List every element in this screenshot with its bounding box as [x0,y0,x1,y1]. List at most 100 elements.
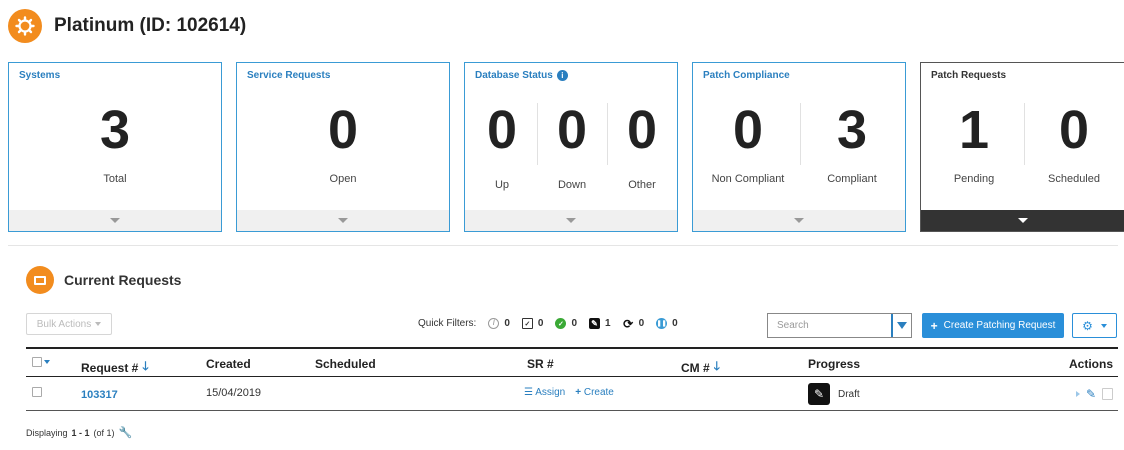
select-all-checkbox[interactable] [32,357,42,367]
column-sr-number[interactable]: SR # [527,357,554,371]
metric-label: Compliant [827,173,877,185]
sync-icon: ⟳ [623,316,634,331]
card-expand-toggle[interactable] [465,210,677,231]
panel-header: Current Requests [26,266,181,294]
progress-status: ✎ Draft [808,383,860,405]
metric-value: 1 [958,100,990,160]
metric-label: Non Compliant [711,173,785,185]
created-date: 15/04/2019 [206,387,262,399]
list-icon [26,266,54,294]
card-title: Patch Compliance [703,70,790,81]
current-requests-panel: Current Requests [8,245,1118,445]
quick-filter-count: 0 [571,318,578,329]
chevron-down-icon [95,322,102,326]
pagination-range: 1 - 1 [71,427,90,438]
search-input[interactable]: Search [767,313,912,338]
quick-filter-scheduled[interactable]: ✓ 0 [521,318,543,329]
filter-icon [897,322,907,329]
column-actions: Actions [1069,357,1113,371]
metric-value: 0 [1058,100,1090,160]
table-header: Request # 🡓 Created Scheduled SR # CM # … [26,347,1118,377]
copy-icon[interactable] [1102,388,1114,400]
metric-label: Up [494,179,510,191]
card-expand-toggle[interactable] [9,210,221,231]
column-label: Scheduled [315,357,376,371]
card-expand-toggle[interactable] [693,210,905,231]
column-cm-number[interactable]: CM # 🡓 [681,357,720,378]
column-scheduled[interactable]: Scheduled [315,357,376,371]
quick-filter-count: 0 [672,318,678,329]
quick-filter-paused[interactable]: ❚❚ 0 [656,318,678,329]
row-checkbox[interactable] [32,387,42,397]
column-request-number[interactable]: Request # 🡓 [81,357,149,378]
service-requests-open-metric: 0 Open [237,103,449,185]
filter-button[interactable] [891,314,911,337]
quick-filter-count: 0 [504,318,510,329]
scheduled-metric: 0 Scheduled [1025,103,1123,185]
pagination-prefix: Displaying [26,427,68,438]
row-actions: ✎ [1076,387,1114,401]
info-icon[interactable]: i [556,70,568,81]
db-up-metric: 0 Up [471,103,533,191]
panel-title: Current Requests [64,272,182,288]
caret-down-icon [566,218,576,223]
sort-down-icon: 🡓 [142,359,149,373]
caret-down-icon [338,218,348,223]
systems-card[interactable]: Systems 3 Total [8,62,222,232]
metric-value: 0 [486,100,518,160]
sort-down-icon: 🡓 [713,359,720,373]
metric-value: 0 [732,100,764,160]
quick-filters-label: Quick Filters: [418,318,477,329]
caret-down-icon [1017,218,1028,223]
create-patching-request-button[interactable]: + Create Patching Request [922,313,1064,338]
row-select[interactable] [32,387,42,397]
card-title: Service Requests [247,70,331,81]
calendar-icon: ✓ [521,318,533,329]
card-expand-toggle[interactable] [921,210,1124,231]
compliant-metric: 3 Compliant [801,103,903,185]
bulk-actions-dropdown[interactable]: Bulk Actions [26,313,112,335]
column-label: Actions [1069,357,1114,371]
settings-dropdown-button[interactable]: ⚙ [1072,313,1117,338]
patch-compliance-card[interactable]: Patch Compliance 0 Non Compliant 3 Compl… [692,62,906,232]
quick-filter-completed[interactable]: ✓ 0 [555,318,577,329]
ban-icon: / [488,318,500,329]
non-compliant-metric: 0 Non Compliant [697,103,799,185]
db-other-metric: 0 Other [611,103,673,191]
quick-filter-cancelled[interactable]: / 0 [488,318,510,329]
pagination-summary: Displaying 1 - 1 (of 1) 🔧 [26,426,132,439]
request-number-link[interactable]: 103317 [81,389,118,401]
chevron-down-icon [44,360,50,364]
card-expand-toggle[interactable] [237,210,449,231]
create-button-label: Create Patching Request [943,320,1056,331]
pencil-icon[interactable]: ✎ [1086,387,1096,401]
card-title: Systems [19,70,61,81]
metric-value: 0 [327,100,359,160]
service-requests-card[interactable]: Service Requests 0 Open [236,62,450,232]
database-status-card[interactable]: Database Status i 0 Up 0 Down 0 Other [464,62,678,232]
metric-label: Down [557,179,587,191]
select-all-dropdown[interactable] [32,357,50,367]
bulk-actions-label: Bulk Actions [36,318,92,330]
sr-create-link[interactable]: + Create [575,387,614,398]
sr-assign-link[interactable]: ☰ Assign [524,387,565,398]
quick-filter-draft[interactable]: ✎ 1 [589,318,611,329]
metric-divider [537,103,538,165]
pause-circle-icon: ❚❚ [656,318,668,329]
expand-arrow-icon[interactable] [1076,391,1080,397]
sr-actions: ☰ Assign + Create [524,387,614,398]
card-title: Patch Requests [931,70,1007,81]
card-title-text: Database Status [475,70,553,81]
wrench-icon[interactable]: 🔧 [119,426,133,439]
patch-requests-card[interactable]: Patch Requests 1 Pending 0 Scheduled [920,62,1124,232]
quick-filter-in-progress[interactable]: ⟳ 0 [623,316,645,331]
db-down-metric: 0 Down [541,103,603,191]
metric-label: Other [628,179,656,191]
page-title: Platinum (ID: 102614) [54,15,247,36]
column-created[interactable]: Created [206,357,251,371]
quick-filter-count: 0 [638,318,645,329]
chevron-down-icon [1100,323,1107,328]
column-progress[interactable]: Progress [808,357,860,371]
sr-assign-label: Assign [535,387,566,398]
pending-metric: 1 Pending [925,103,1023,185]
